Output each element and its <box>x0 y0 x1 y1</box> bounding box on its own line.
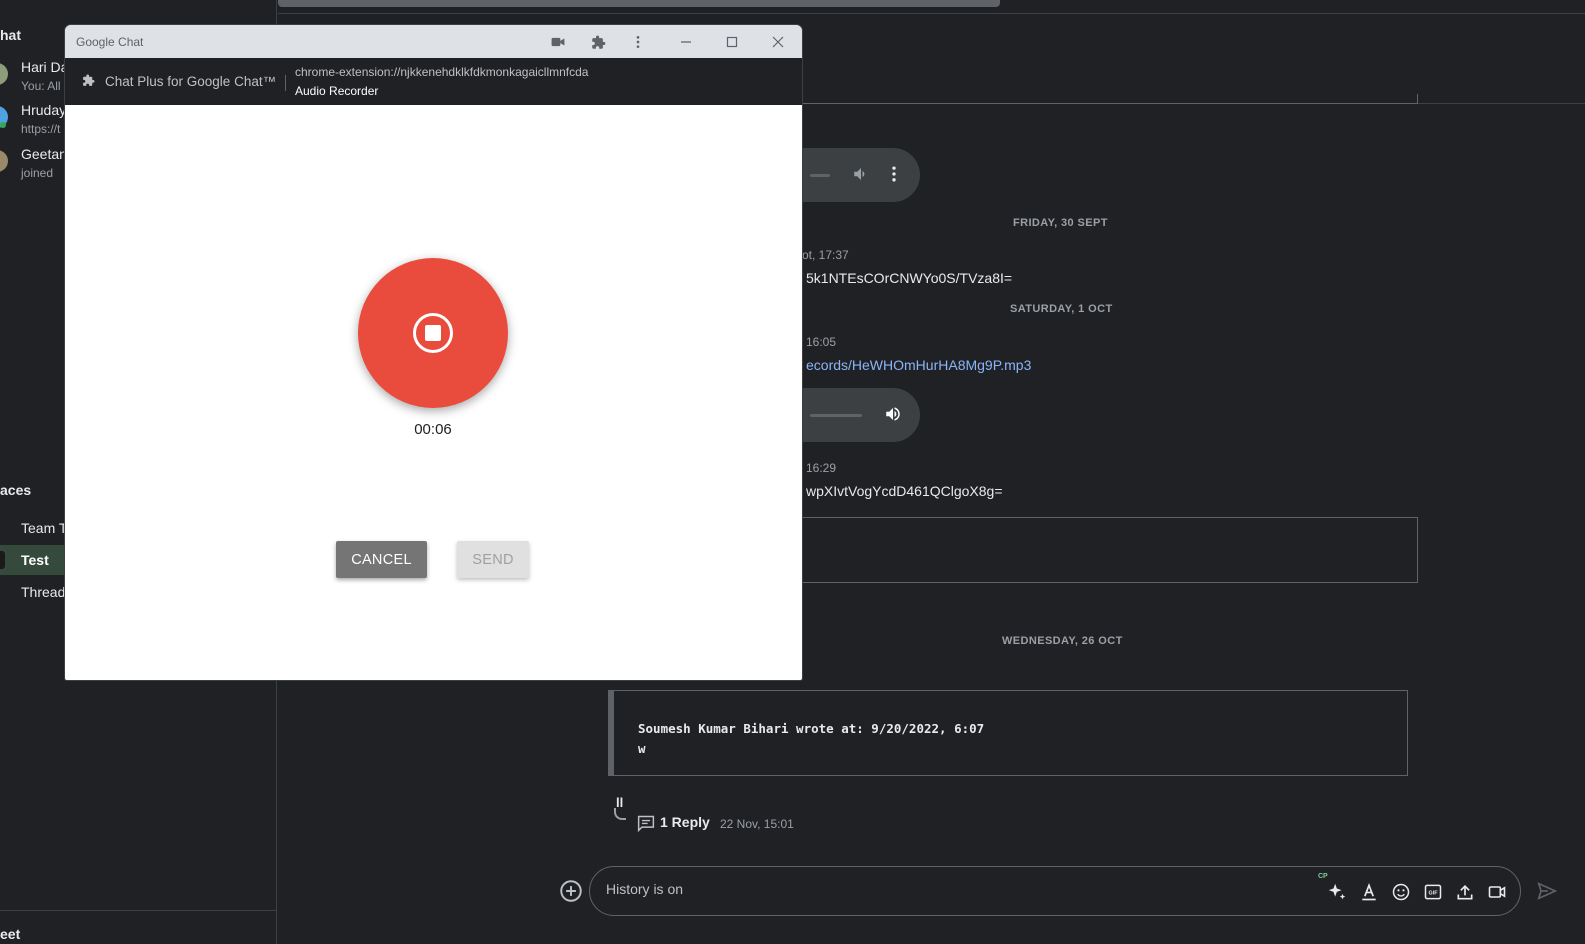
space-label: Team T <box>21 520 68 536</box>
dm-preview: You: All <box>21 79 61 93</box>
online-indicator <box>0 122 6 128</box>
message-input[interactable]: History is on <box>606 881 683 897</box>
send-icon[interactable] <box>1535 880 1559 907</box>
date-separator: SATURDAY, 1 OCT <box>1010 303 1113 315</box>
extensions-puzzle-icon[interactable] <box>587 31 609 53</box>
divider <box>0 910 277 911</box>
audio-seek-bar[interactable] <box>810 174 830 177</box>
date-separator: FRIDAY, 30 SEPT <box>1013 217 1108 229</box>
active-marker <box>0 551 5 569</box>
dm-name: Hruday <box>21 102 67 118</box>
divider <box>278 13 1585 14</box>
quote-header: Soumesh Kumar Bihari wrote at: 9/20/2022… <box>638 721 985 736</box>
avatar <box>0 150 8 172</box>
dm-preview: joined <box>21 166 54 180</box>
sparkle-icon[interactable] <box>1324 879 1350 905</box>
page-url: chrome-extension://njkkenehdklkfdkmonkag… <box>295 65 589 79</box>
text-format-icon[interactable] <box>1356 879 1382 905</box>
audio-recorder-window: Google Chat Chat Plus for Google Chat™ c… <box>65 25 802 680</box>
audio-seek-bar[interactable] <box>810 414 862 417</box>
message-link[interactable]: ecords/HeWHOmHurHA8Mg9P.mp3 <box>806 357 1031 373</box>
message-timestamp: ot, 17:37 <box>802 248 849 262</box>
divider <box>285 75 286 91</box>
spaces-heading: aces <box>0 482 32 498</box>
dm-name: Hari Da <box>21 59 69 75</box>
message-timestamp: 16:29 <box>806 461 837 475</box>
upload-icon[interactable] <box>1452 879 1478 905</box>
thread-connector <box>614 808 626 820</box>
space-label: Thread <box>21 584 66 600</box>
more-vert-icon[interactable] <box>627 31 649 53</box>
message-timestamp: 16:05 <box>806 335 837 349</box>
extension-puzzle-icon <box>82 74 95 92</box>
extension-name: Chat Plus for Google Chat™ <box>105 74 277 89</box>
space-label: Test <box>21 552 49 568</box>
more-options-icon[interactable] <box>884 164 904 189</box>
add-attachment-button[interactable] <box>558 878 584 909</box>
date-separator: WEDNESDAY, 26 OCT <box>1002 635 1123 647</box>
close-icon[interactable] <box>767 31 789 53</box>
address-bar: Chat Plus for Google Chat™ chrome-extens… <box>65 58 802 105</box>
message-card <box>790 517 1418 583</box>
video-camera-icon[interactable] <box>547 31 569 53</box>
send-button[interactable]: SEND <box>457 541 529 578</box>
avatar <box>0 63 8 85</box>
dm-preview: https://t <box>21 122 61 136</box>
message-text: wpXIvtVogYcdD461QClgoX8g= <box>806 483 1003 499</box>
quote-body: w <box>638 741 646 756</box>
window-titlebar[interactable]: Google Chat <box>65 25 802 58</box>
maximize-icon[interactable] <box>721 31 743 53</box>
volume-icon[interactable] <box>884 405 902 428</box>
message-card <box>790 94 1418 104</box>
dm-name: Geetan <box>21 146 67 162</box>
svg-text:GIF: GIF <box>1428 891 1438 897</box>
quoted-message: Soumesh Kumar Bihari wrote at: 9/20/2022… <box>608 690 1408 776</box>
page-title: Audio Recorder <box>295 84 379 98</box>
recording-timer: 00:06 <box>414 421 452 438</box>
top-scrollbar[interactable] <box>278 0 1000 7</box>
gif-icon[interactable]: GIF <box>1420 879 1446 905</box>
reply-timestamp: 22 Nov, 15:01 <box>720 817 794 831</box>
cancel-button[interactable]: CANCEL <box>336 541 427 578</box>
meet-heading: eet <box>0 926 21 942</box>
window-title: Google Chat <box>76 35 144 49</box>
stop-recording-button[interactable] <box>358 258 508 408</box>
message-composer[interactable]: History is on CP GIF <box>589 866 1521 916</box>
reply-icon <box>636 814 656 835</box>
emoji-icon[interactable] <box>1388 879 1414 905</box>
video-call-icon[interactable] <box>1484 879 1510 905</box>
volume-icon[interactable] <box>852 165 870 188</box>
stop-icon <box>413 313 453 353</box>
reply-count[interactable]: 1 Reply <box>660 814 710 830</box>
message-text: 5k1NTEsCOrCNWYo0S/TVza8I= <box>806 270 1013 286</box>
minimize-icon[interactable] <box>675 31 697 53</box>
chat-heading: hat <box>0 27 21 43</box>
